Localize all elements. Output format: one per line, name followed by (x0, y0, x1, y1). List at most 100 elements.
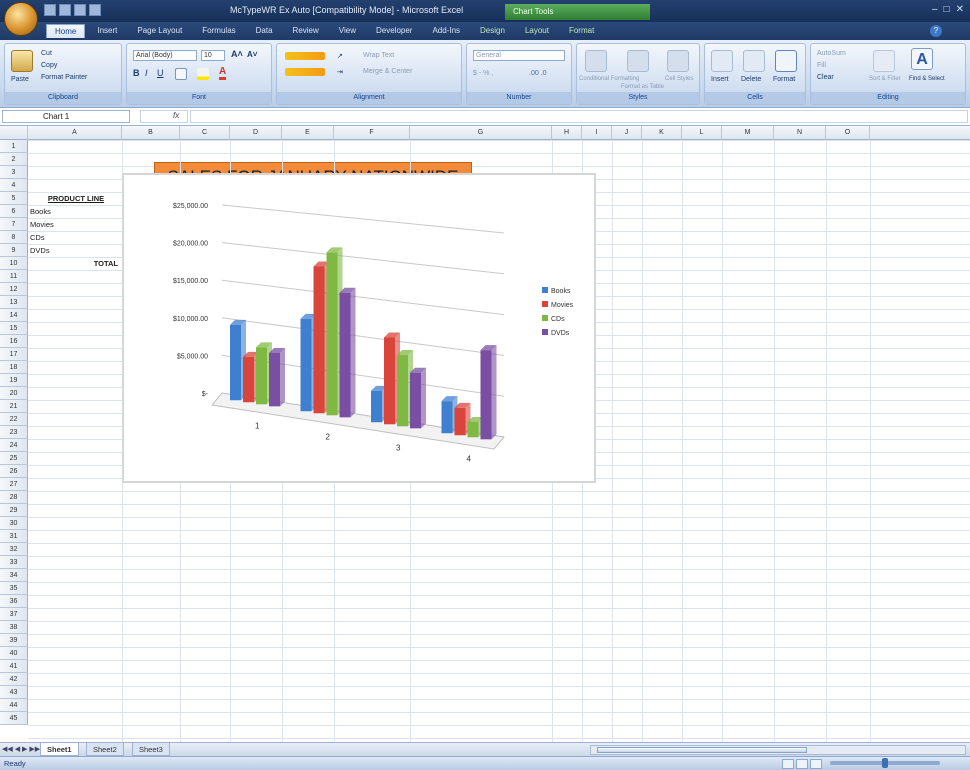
conditional-format-button[interactable]: Conditional Formatting (579, 76, 639, 82)
row-header-17[interactable]: 17 (0, 348, 28, 361)
page-break-view-icon[interactable] (810, 759, 822, 769)
fill-button[interactable]: Fill (817, 62, 826, 69)
row-header-2[interactable]: 2 (0, 153, 28, 166)
column-header-h[interactable]: H (552, 126, 582, 140)
row-header-6[interactable]: 6 (0, 205, 28, 218)
tab-data[interactable]: Data (248, 24, 281, 38)
row-header-22[interactable]: 22 (0, 413, 28, 426)
row-header-13[interactable]: 13 (0, 296, 28, 309)
row-header-27[interactable]: 27 (0, 478, 28, 491)
row-header-9[interactable]: 9 (0, 244, 28, 257)
currency-icon[interactable]: $ - % , (473, 70, 493, 77)
total-label[interactable]: TOTAL (28, 257, 118, 270)
column-header-n[interactable]: N (774, 126, 826, 140)
column-header-b[interactable]: B (122, 126, 180, 140)
row-header-5[interactable]: 5 (0, 192, 28, 205)
cell-styles-button[interactable]: Cell Styles (665, 76, 693, 82)
close-icon[interactable]: ✕ (956, 4, 964, 15)
font-size-box[interactable]: 10 (201, 50, 225, 61)
zoom-slider[interactable] (830, 758, 940, 768)
conditional-format-icon[interactable] (585, 50, 607, 72)
italic-icon[interactable]: I (145, 68, 148, 78)
normal-view-icon[interactable] (782, 759, 794, 769)
cut-button[interactable]: Cut (41, 50, 52, 57)
sort-filter-icon[interactable] (873, 50, 895, 72)
copy-button[interactable]: Copy (41, 62, 57, 69)
row-header-28[interactable]: 28 (0, 491, 28, 504)
column-header-c[interactable]: C (180, 126, 230, 140)
row-header-4[interactable]: 4 (0, 179, 28, 192)
row-header-29[interactable]: 29 (0, 504, 28, 517)
row-header-26[interactable]: 26 (0, 465, 28, 478)
format-cells-button[interactable]: Format (773, 76, 795, 83)
column-header-e[interactable]: E (282, 126, 334, 140)
formula-input[interactable] (190, 110, 968, 123)
column-header-l[interactable]: L (682, 126, 722, 140)
save-icon[interactable] (44, 4, 56, 16)
font-name-box[interactable]: Arial (Body) (133, 50, 197, 61)
column-header-k[interactable]: K (642, 126, 682, 140)
help-icon[interactable]: ? (930, 25, 942, 37)
format-table-icon[interactable] (627, 50, 649, 72)
row-header-7[interactable]: 7 (0, 218, 28, 231)
format-table-button[interactable]: Format as Table (621, 84, 664, 90)
tab-review[interactable]: Review (285, 24, 327, 38)
tab-formulas[interactable]: Formulas (194, 24, 243, 38)
shrink-font-icon[interactable]: A˅ (247, 50, 257, 59)
row-header-10[interactable]: 10 (0, 257, 28, 270)
product-name[interactable]: Movies (30, 218, 120, 231)
autosum-button[interactable]: AutoSum (817, 50, 846, 57)
column-label[interactable]: PRODUCT LINE (32, 192, 120, 205)
delete-cells-icon[interactable] (743, 50, 765, 72)
maximize-icon[interactable]: □ (944, 4, 950, 15)
row-header-36[interactable]: 36 (0, 595, 28, 608)
number-format-box[interactable]: General (473, 50, 565, 61)
row-header-33[interactable]: 33 (0, 556, 28, 569)
row-header-41[interactable]: 41 (0, 660, 28, 673)
name-box[interactable]: Chart 1 (2, 110, 130, 123)
sheet-tab-sheet3[interactable]: Sheet3 (132, 743, 170, 756)
fill-color-icon[interactable] (197, 68, 209, 80)
insert-cells-icon[interactable] (711, 50, 733, 72)
row-header-15[interactable]: 15 (0, 322, 28, 335)
column-header-f[interactable]: F (334, 126, 410, 140)
row-header-8[interactable]: 8 (0, 231, 28, 244)
sheet-nav-arrows[interactable]: ◀◀ ◀ ▶ ▶▶ (2, 745, 40, 753)
sales-chart[interactable]: $- $5,000.00 $10,000.00 $15,000.00 $20,000.0… (122, 173, 596, 483)
tab-format[interactable]: Format (561, 24, 602, 38)
delete-cells-button[interactable]: Delete (741, 76, 761, 83)
minimize-icon[interactable]: – (932, 4, 938, 15)
cell-styles-icon[interactable] (667, 50, 689, 72)
wrap-text-button[interactable]: Wrap Text (363, 52, 394, 59)
tab-insert[interactable]: Insert (89, 24, 125, 38)
find-select-icon[interactable]: A (911, 48, 933, 70)
row-header-25[interactable]: 25 (0, 452, 28, 465)
row-header-11[interactable]: 11 (0, 270, 28, 283)
row-header-14[interactable]: 14 (0, 309, 28, 322)
column-header-a[interactable]: A (28, 126, 122, 140)
row-header-44[interactable]: 44 (0, 699, 28, 712)
sheet-tab-sheet1[interactable]: Sheet1 (40, 743, 79, 756)
fx-icon[interactable]: fx (140, 110, 188, 123)
column-header-g[interactable]: G (410, 126, 552, 140)
redo-icon[interactable] (74, 4, 86, 16)
row-header-3[interactable]: 3 (0, 166, 28, 179)
merge-center-button[interactable]: Merge & Center (363, 68, 412, 75)
align-left-icon[interactable] (285, 68, 325, 76)
product-name[interactable]: Books (30, 205, 120, 218)
row-header-40[interactable]: 40 (0, 647, 28, 660)
orientation-icon[interactable]: ↗ (337, 52, 343, 60)
row-header-23[interactable]: 23 (0, 426, 28, 439)
row-header-43[interactable]: 43 (0, 686, 28, 699)
tab-layout[interactable]: Layout (517, 24, 557, 38)
insert-cells-button[interactable]: Insert (711, 76, 729, 83)
align-top-icon[interactable] (285, 52, 325, 60)
column-header-o[interactable]: O (826, 126, 870, 140)
row-header-34[interactable]: 34 (0, 569, 28, 582)
decimal-icon[interactable]: .00 .0 (529, 70, 547, 77)
horizontal-scrollbar[interactable] (590, 745, 966, 755)
customize-qat-icon[interactable] (89, 4, 101, 16)
product-name[interactable]: CDs (30, 231, 120, 244)
column-header-m[interactable]: M (722, 126, 774, 140)
row-header-21[interactable]: 21 (0, 400, 28, 413)
